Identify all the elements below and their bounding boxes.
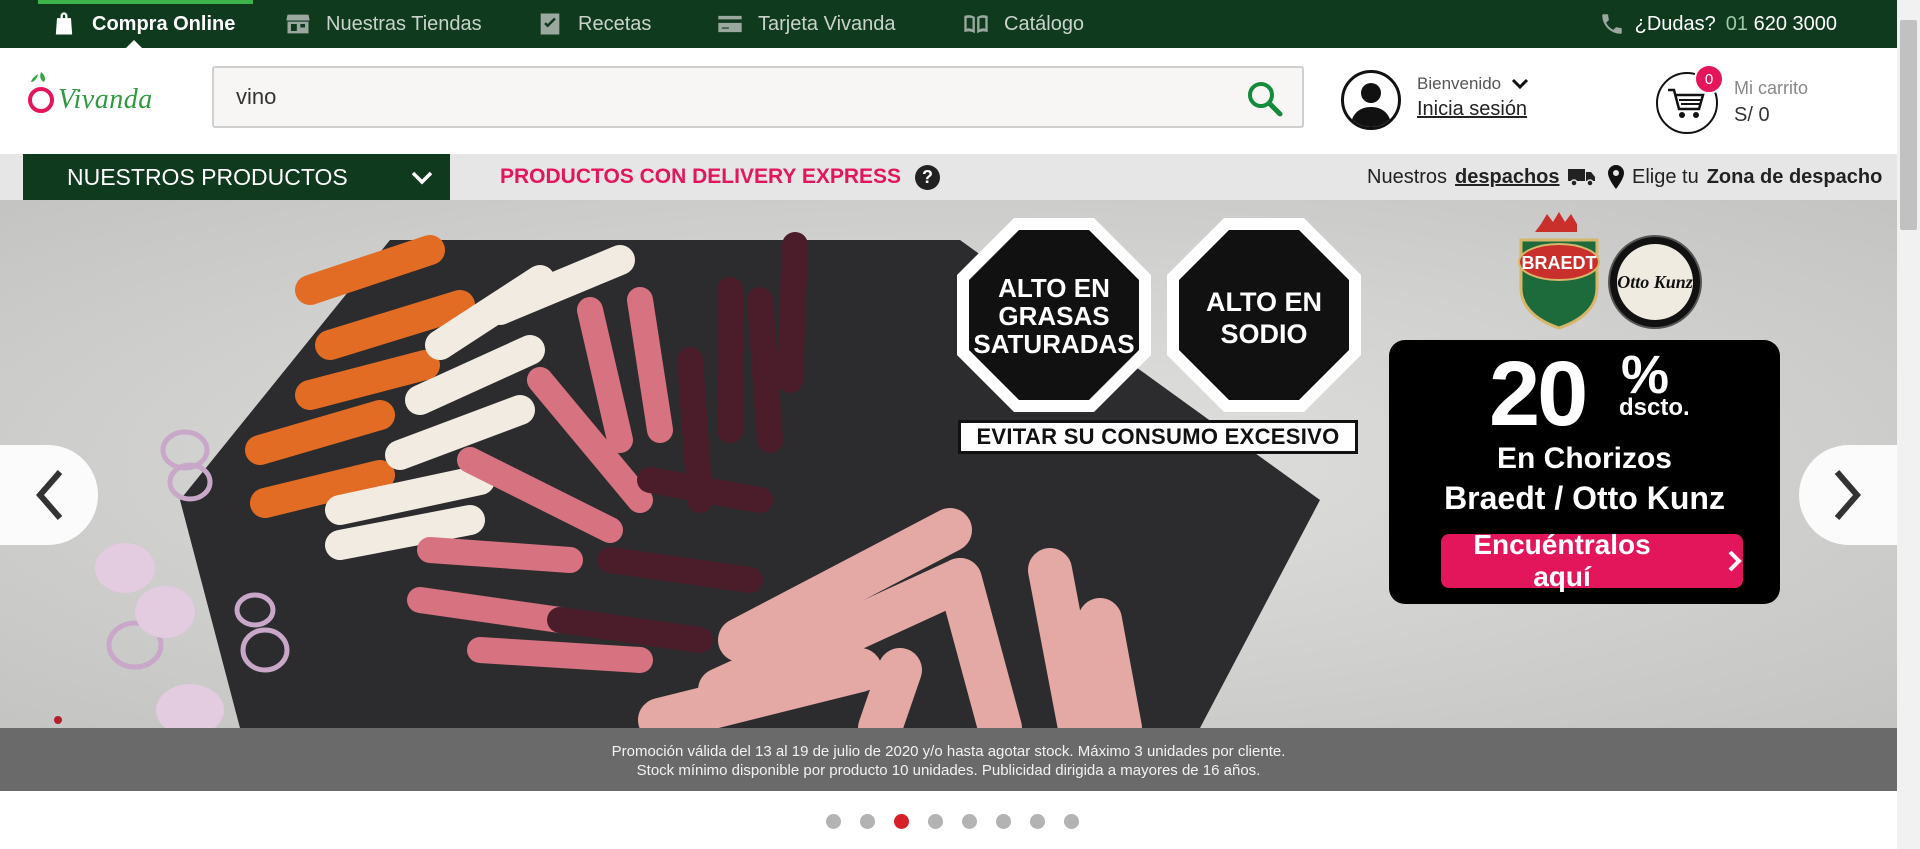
- chevron-right-icon: [1728, 550, 1742, 572]
- carousel-prev-button[interactable]: [0, 445, 98, 545]
- hero-banner[interactable]: ALTO EN GRASAS SATURADAS ALTO EN SODIO B…: [0, 200, 1897, 791]
- products-menu-button[interactable]: NUESTROS PRODUCTOS: [23, 154, 450, 200]
- shopping-bag-icon: [55, 12, 73, 35]
- chevron-right-icon: [1834, 470, 1861, 520]
- warning-1-line-1: ALTO EN: [998, 273, 1110, 303]
- despachos-prefix: Nuestros: [1367, 165, 1448, 188]
- chevron-left-icon: [36, 470, 63, 520]
- promo-cta-button[interactable]: Encuéntralos aquí: [1441, 529, 1743, 592]
- carousel-dot[interactable]: [962, 814, 977, 829]
- tab-label: Nuestras Tiendas: [326, 12, 482, 35]
- header: Vivanda Bienvenido Inicia sesión: [0, 48, 1897, 154]
- promo-cta-label: Encuéntralos aquí: [1473, 529, 1651, 592]
- promo-box: 20 % dscto. En Chorizos Braedt / Otto Ku…: [1389, 340, 1780, 604]
- help-label: ¿Dudas?: [1634, 12, 1716, 35]
- delivery-express-label: PRODUCTOS CON DELIVERY EXPRESS: [500, 165, 902, 188]
- zone-label: Zona de despacho: [1706, 165, 1883, 188]
- user-icon: [1350, 83, 1392, 127]
- search-icon[interactable]: [1246, 80, 1284, 118]
- login-link[interactable]: Inicia sesión: [1417, 98, 1527, 121]
- carousel-dot[interactable]: [1064, 814, 1079, 829]
- tab-label: Recetas: [578, 12, 652, 35]
- warning-2-line-1: ALTO EN: [1206, 287, 1322, 317]
- cart-total: S/ 0: [1734, 104, 1770, 126]
- logo-fruit-icon: [28, 72, 54, 113]
- cart-count-badge: 0: [1694, 64, 1724, 94]
- cart[interactable]: 0 Mi carrito S/ 0: [1656, 64, 1816, 134]
- scrollbar[interactable]: [1897, 0, 1920, 849]
- scrollbar-thumb[interactable]: [1900, 20, 1917, 230]
- phone-icon: [1601, 14, 1622, 34]
- top-navigation: Compra Online Nuestras Tiendas Recetas T…: [0, 0, 1897, 48]
- warning-1-line-2: GRASAS: [998, 301, 1109, 331]
- search-box: [212, 66, 1304, 128]
- promo-line-1: En Chorizos: [1496, 442, 1672, 475]
- phone-prefix: 01: [1725, 12, 1749, 35]
- braedt-brand-text: BRAEDT: [1522, 253, 1597, 273]
- legal-line-2: Stock mínimo disponible por producto 10 …: [636, 762, 1261, 779]
- help-icon[interactable]: ?: [915, 164, 941, 190]
- carousel-dots: [826, 814, 1079, 829]
- products-menu-label: NUESTROS PRODUCTOS: [67, 163, 348, 190]
- otto-kunz-brand-text: Otto Kunz: [1617, 272, 1693, 292]
- recipe-check-icon: [540, 13, 560, 35]
- legal-line-1: Promoción válida del 13 al 19 de julio d…: [611, 743, 1286, 760]
- location-pin-icon: [1608, 165, 1624, 189]
- despachos-link-text[interactable]: despachos: [1455, 166, 1559, 189]
- otto-kunz-logo: Otto Kunz: [1608, 235, 1702, 329]
- carousel-dot[interactable]: [928, 814, 943, 829]
- greeting-text: Bienvenido: [1417, 74, 1502, 93]
- warning-footer: EVITAR SU CONSUMO EXCESIVO: [958, 420, 1358, 454]
- delivery-express-link[interactable]: PRODUCTOS CON DELIVERY EXPRESS ?: [500, 154, 941, 200]
- category-bar: NUESTROS PRODUCTOS PRODUCTOS CON DELIVER…: [0, 154, 1897, 200]
- warning-2-line-2: SODIO: [1220, 319, 1307, 349]
- tab-label: Catálogo: [1004, 12, 1085, 35]
- zone-prefix: Elige tu: [1632, 165, 1699, 188]
- tab-tarjeta-vivanda[interactable]: Tarjeta Vivanda: [716, 0, 896, 48]
- cart-label: Mi carrito: [1734, 78, 1809, 98]
- tab-label: Compra Online: [92, 12, 236, 35]
- delivery-zone-selector[interactable]: Elige tu Zona de despacho: [1608, 154, 1882, 200]
- tab-recetas[interactable]: Recetas: [536, 0, 651, 48]
- greeting: Bienvenido: [1417, 74, 1529, 94]
- warning-1-line-3: SATURADAS: [973, 329, 1134, 359]
- card-icon: [718, 15, 742, 33]
- promo-percent: 20: [1489, 343, 1588, 445]
- logo[interactable]: Vivanda: [26, 72, 153, 116]
- page: Compra Online Nuestras Tiendas Recetas T…: [0, 0, 1920, 849]
- carousel-dot[interactable]: [996, 814, 1011, 829]
- logo-text: Vivanda: [58, 84, 153, 115]
- chevron-down-icon[interactable]: [1511, 78, 1529, 90]
- user-account[interactable]: Bienvenido Inicia sesión: [1341, 70, 1541, 136]
- chevron-down-icon: [411, 171, 433, 185]
- despachos-link[interactable]: Nuestros despachos: [1367, 154, 1596, 200]
- book-icon: [964, 15, 988, 34]
- legal-notice: Promoción válida del 13 al 19 de julio d…: [0, 728, 1897, 791]
- carousel-dot[interactable]: [826, 814, 841, 829]
- truck-icon: [1567, 169, 1595, 187]
- promo-dscto: dscto.: [1619, 394, 1690, 421]
- tab-catalogo[interactable]: Catálogo: [962, 0, 1084, 48]
- search-input[interactable]: [236, 68, 1216, 126]
- tab-compra-online[interactable]: Compra Online: [37, 0, 254, 48]
- avatar: [1341, 70, 1401, 130]
- carousel-dot[interactable]: [860, 814, 875, 829]
- phone-number: 620 3000: [1753, 12, 1837, 35]
- carousel-dot[interactable]: [1030, 814, 1045, 829]
- carousel-next-button[interactable]: [1799, 445, 1897, 545]
- tab-nuestras-tiendas[interactable]: Nuestras Tiendas: [284, 0, 482, 48]
- tab-label: Tarjeta Vivanda: [758, 12, 896, 35]
- store-icon: [286, 14, 310, 34]
- carousel-dot[interactable]: [894, 814, 909, 829]
- promo-line-2: Braedt / Otto Kunz: [1444, 480, 1725, 516]
- help-phone[interactable]: ¿Dudas? 01 620 3000: [1599, 0, 1837, 48]
